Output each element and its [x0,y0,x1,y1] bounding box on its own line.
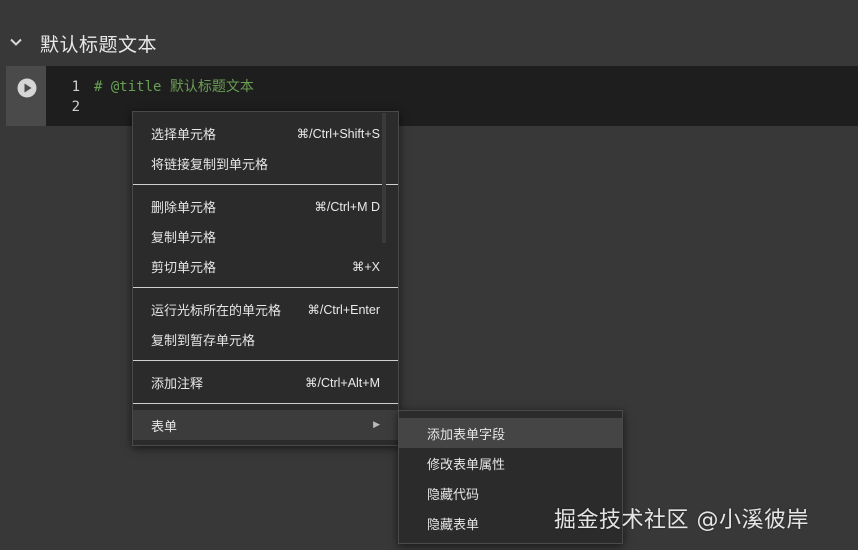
menu-item-label: 隐藏代码 [427,487,480,503]
menu-item-label: 修改表单属性 [427,457,506,473]
menu-item-label: 添加注释 [151,376,204,392]
section-title[interactable]: 默认标题文本 [40,30,157,57]
submenu-item-add-form-field[interactable]: 添加表单字段 [399,418,622,448]
menu-item-label: 剪切单元格 [151,260,217,276]
menu-divider [133,287,398,288]
context-menu: 选择单元格 ⌘/Ctrl+Shift+S 将链接复制到单元格 删除单元格 ⌘/C… [132,111,399,446]
submenu-arrow-icon: ▶ [373,420,380,430]
play-circle-icon[interactable] [17,78,37,98]
menu-item-label: 添加表单字段 [427,427,506,443]
code-editor[interactable]: # @title 默认标题文本 [94,77,254,97]
menu-scrollbar[interactable] [382,113,386,243]
menu-item-label: 复制单元格 [151,230,217,246]
menu-item-label: 运行光标所在的单元格 [151,303,282,319]
menu-item-label: 表单 [151,419,178,435]
menu-item-shortcut: ⌘/Ctrl+Alt+M [304,375,380,390]
menu-item-duplicate-cell[interactable]: 复制单元格 [133,221,398,251]
menu-divider [133,184,398,185]
menu-item-label: 选择单元格 [151,127,217,143]
menu-item-label: 复制到暂存单元格 [151,333,256,349]
menu-item-label: 将链接复制到单元格 [151,157,269,173]
menu-item-select-cell[interactable]: 选择单元格 ⌘/Ctrl+Shift+S [133,118,398,148]
menu-item-run-focused-cell[interactable]: 运行光标所在的单元格 ⌘/Ctrl+Enter [133,294,398,324]
cell-gutter [6,66,46,126]
menu-item-cut-cell[interactable]: 剪切单元格 ⌘+X [133,251,398,281]
menu-item-shortcut: ⌘/Ctrl+M D [314,199,380,214]
code-line: # @title 默认标题文本 [94,79,254,95]
menu-divider [133,360,398,361]
menu-item-add-comment[interactable]: 添加注释 ⌘/Ctrl+Alt+M [133,367,398,397]
menu-item-shortcut: ⌘/Ctrl+Enter [307,302,380,317]
menu-item-copy-to-scratch[interactable]: 复制到暂存单元格 [133,324,398,354]
menu-item-copy-link[interactable]: 将链接复制到单元格 [133,148,398,178]
menu-item-form[interactable]: 表单 ▶ [133,410,398,440]
chevron-down-icon[interactable] [8,34,24,50]
watermark: 掘金技术社区 @小溪彼岸 [554,508,809,533]
menu-item-delete-cell[interactable]: 删除单元格 ⌘/Ctrl+M D [133,191,398,221]
menu-divider [133,403,398,404]
line-numbers: 1 2 [56,77,80,117]
section-header: 默认标题文本 [0,22,858,62]
menu-item-label: 删除单元格 [151,200,217,216]
menu-item-label: 隐藏表单 [427,517,480,533]
line-number: 1 [71,79,80,95]
menu-item-shortcut: ⌘+X [351,259,380,274]
menu-item-shortcut: ⌘/Ctrl+Shift+S [296,126,380,141]
line-number: 2 [71,99,80,115]
submenu-item-edit-form-props[interactable]: 修改表单属性 [399,448,622,478]
